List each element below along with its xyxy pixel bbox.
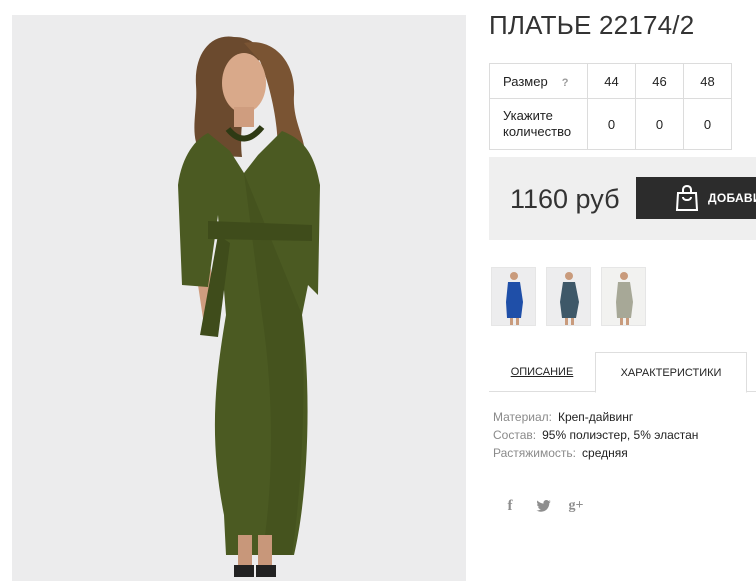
- size-option-44[interactable]: 44: [587, 63, 636, 99]
- quantity-input-46[interactable]: 0: [635, 98, 684, 150]
- size-option-48[interactable]: 48: [683, 63, 732, 99]
- twitter-bird-icon: [535, 500, 551, 512]
- tab-description-label: ОПИСАНИЕ: [510, 366, 574, 378]
- quantity-label: Укажите количество: [489, 98, 588, 150]
- spec-stretch: Растяжимость: средняя: [493, 444, 698, 462]
- size-quantity-table: Размер? 44 46 48 Укажите количество 0 0 …: [489, 63, 732, 150]
- add-to-cart-label: ДОБАВИТЬ В КОРЗИНУ: [708, 191, 756, 205]
- spec-value: 95% полиэстер, 5% эластан: [542, 428, 699, 442]
- thumbnail-beige-image: [602, 268, 645, 325]
- twitter-share-icon[interactable]: [534, 497, 552, 515]
- size-label-cell: Размер?: [489, 63, 588, 99]
- size-row: Размер? 44 46 48: [489, 63, 732, 99]
- spec-value: средняя: [582, 446, 628, 460]
- spec-value: Креп-дайвинг: [557, 410, 634, 424]
- spec-composition: Состав: 95% полиэстер, 5% эластан: [493, 426, 698, 444]
- facebook-share-icon[interactable]: f: [503, 497, 517, 515]
- spec-material: Материал: Креп-дайвинг: [493, 408, 698, 426]
- product-tabs: ОПИСАНИЕ ХАРАКТЕРИСТИКИ: [489, 352, 756, 393]
- thumbnail-slate[interactable]: [546, 267, 591, 326]
- thumbnail-blue-image: [492, 268, 535, 325]
- thumbnail-blue[interactable]: [491, 267, 536, 326]
- spec-key: Материал:: [493, 410, 552, 424]
- size-help-icon[interactable]: ?: [562, 77, 569, 89]
- product-title: ПЛАТЬЕ 22174/2: [489, 10, 695, 40]
- tab-characteristics-label: ХАРАКТЕРИСТИКИ: [620, 366, 722, 379]
- googleplus-share-icon[interactable]: g+: [566, 497, 586, 515]
- quantity-input-48[interactable]: 0: [683, 98, 732, 150]
- product-main-photo[interactable]: [12, 15, 466, 581]
- size-label: Размер: [503, 73, 548, 89]
- thumbnail-beige[interactable]: [601, 267, 646, 326]
- spec-key: Состав:: [493, 428, 537, 442]
- spec-key: Растяжимость:: [493, 446, 577, 460]
- add-to-cart-button[interactable]: ДОБАВИТЬ В КОРЗИНУ: [636, 177, 756, 219]
- price-bar: 1160 руб ДОБАВИТЬ В КОРЗИНУ: [489, 157, 756, 240]
- product-price: 1160 руб: [510, 184, 620, 214]
- characteristics-list: Материал: Креп-дайвинг Состав: 95% полиэст…: [493, 408, 698, 462]
- size-option-46[interactable]: 46: [635, 63, 684, 99]
- tab-characteristics[interactable]: ХАРАКТЕРИСТИКИ: [595, 352, 747, 393]
- thumbnail-slate-image: [547, 268, 590, 325]
- quantity-input-44[interactable]: 0: [587, 98, 636, 150]
- shopping-bag-icon: [675, 184, 699, 211]
- quantity-row: Укажите количество 0 0 0: [489, 98, 732, 150]
- dress-photo-illustration: [12, 15, 466, 581]
- tab-description[interactable]: ОПИСАНИЕ: [489, 352, 595, 392]
